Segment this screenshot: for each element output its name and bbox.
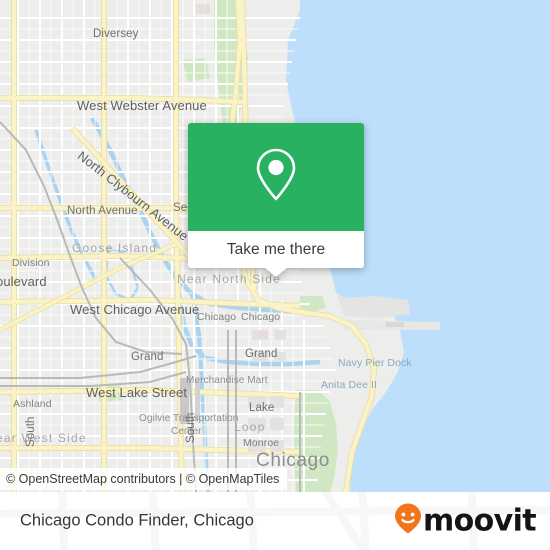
rail-union-platform [195, 380, 200, 420]
moovit-pin-smile-icon [394, 503, 422, 540]
popup-image-panel [188, 123, 364, 231]
water-pier-building [386, 322, 404, 327]
footer-place-title: Chicago Condo Finder, Chicago [20, 511, 254, 530]
destination-popup-card[interactable]: Take me there [188, 123, 364, 277]
moovit-logo[interactable]: moovit [394, 503, 537, 540]
rail-ogilvie-platform [180, 378, 189, 424]
map-attribution[interactable]: © OpenStreetMap contributors | © OpenMap… [0, 468, 288, 490]
popup-pointer-tail [264, 267, 288, 277]
map-pin-icon [252, 146, 300, 209]
moovit-wordmark: moovit [422, 503, 537, 538]
footer-bar: Chicago Condo Finder, Chicago moovit [0, 492, 550, 550]
take-me-there-label: Take me there [226, 240, 326, 258]
map-screenshot: nueueDiverseyWest Webster AvenueNorth Cl… [0, 0, 550, 550]
take-me-there-button[interactable]: Take me there [188, 231, 364, 268]
